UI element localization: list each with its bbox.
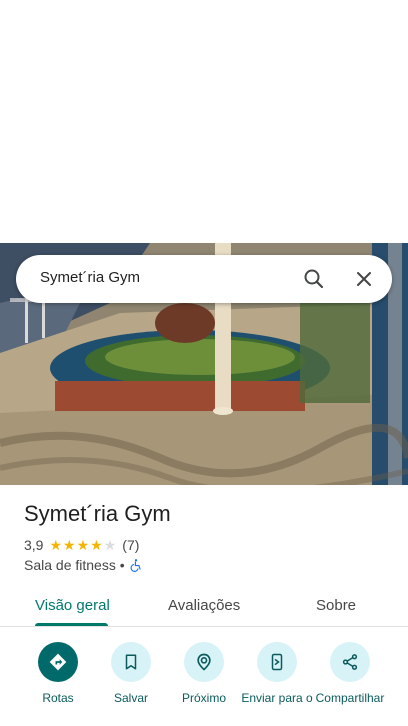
search-bar[interactable]: Symet´ria Gym — [16, 255, 392, 303]
directions-label: Rotas — [42, 691, 74, 705]
category-row: Sala de fitness • — [24, 557, 143, 573]
send-to-phone-label: Enviar para o — [241, 691, 313, 705]
tab-about[interactable]: Sobre — [316, 597, 356, 614]
save-label: Salvar — [113, 691, 148, 705]
rating-value: 3,9 — [24, 537, 44, 553]
nearby-button[interactable]: Próximo — [164, 642, 244, 706]
review-count: (7) — [122, 537, 140, 553]
star-icon: ★ — [63, 537, 76, 553]
star-icon: ★ — [76, 537, 90, 553]
share-icon — [330, 642, 370, 682]
place-details-sheet: Symet´ria Gym 3,9 ★ ★ ★ ★ ★ (7) Sala de … — [0, 485, 408, 726]
place-title: Symet´ria Gym — [24, 501, 171, 526]
search-icon[interactable] — [302, 267, 326, 291]
share-button[interactable]: Compartilhar — [310, 642, 390, 706]
send-to-phone-button[interactable]: Enviar para o — [237, 642, 317, 706]
search-icon-glyph — [304, 269, 324, 289]
tab-reviews[interactable]: Avaliações — [168, 597, 240, 614]
close-icon-glyph — [357, 272, 371, 286]
nearby-label: Próximo — [181, 691, 226, 705]
star-icon: ★ — [103, 537, 117, 553]
star-icon: ★ — [49, 537, 63, 553]
action-buttons: Rotas Salvar Próximo Enviar para o Compa… — [0, 642, 408, 726]
star-rating: ★ ★ ★ ★ ★ — [49, 538, 116, 552]
share-label: Compartilhar — [315, 691, 385, 705]
place-category: Sala de fitness • — [24, 557, 125, 573]
active-tab-indicator — [35, 623, 108, 626]
save-button[interactable]: Salvar — [91, 642, 171, 706]
tab-bar: Visão geral Avaliações Sobre — [0, 585, 408, 627]
wheelchair-icon — [130, 559, 141, 572]
directions-button[interactable]: Rotas — [18, 642, 98, 706]
nearby-icon — [184, 642, 224, 682]
rating-row[interactable]: 3,9 ★ ★ ★ ★ ★ (7) — [24, 536, 139, 554]
bookmark-icon — [111, 642, 151, 682]
close-icon[interactable] — [352, 267, 376, 291]
star-icon: ★ — [90, 537, 103, 553]
directions-icon — [38, 642, 78, 682]
map-area-blank — [0, 0, 408, 243]
tab-overview[interactable]: Visão geral — [35, 597, 110, 614]
search-input[interactable]: Symet´ria Gym — [40, 269, 140, 286]
send-to-phone-icon — [257, 642, 297, 682]
